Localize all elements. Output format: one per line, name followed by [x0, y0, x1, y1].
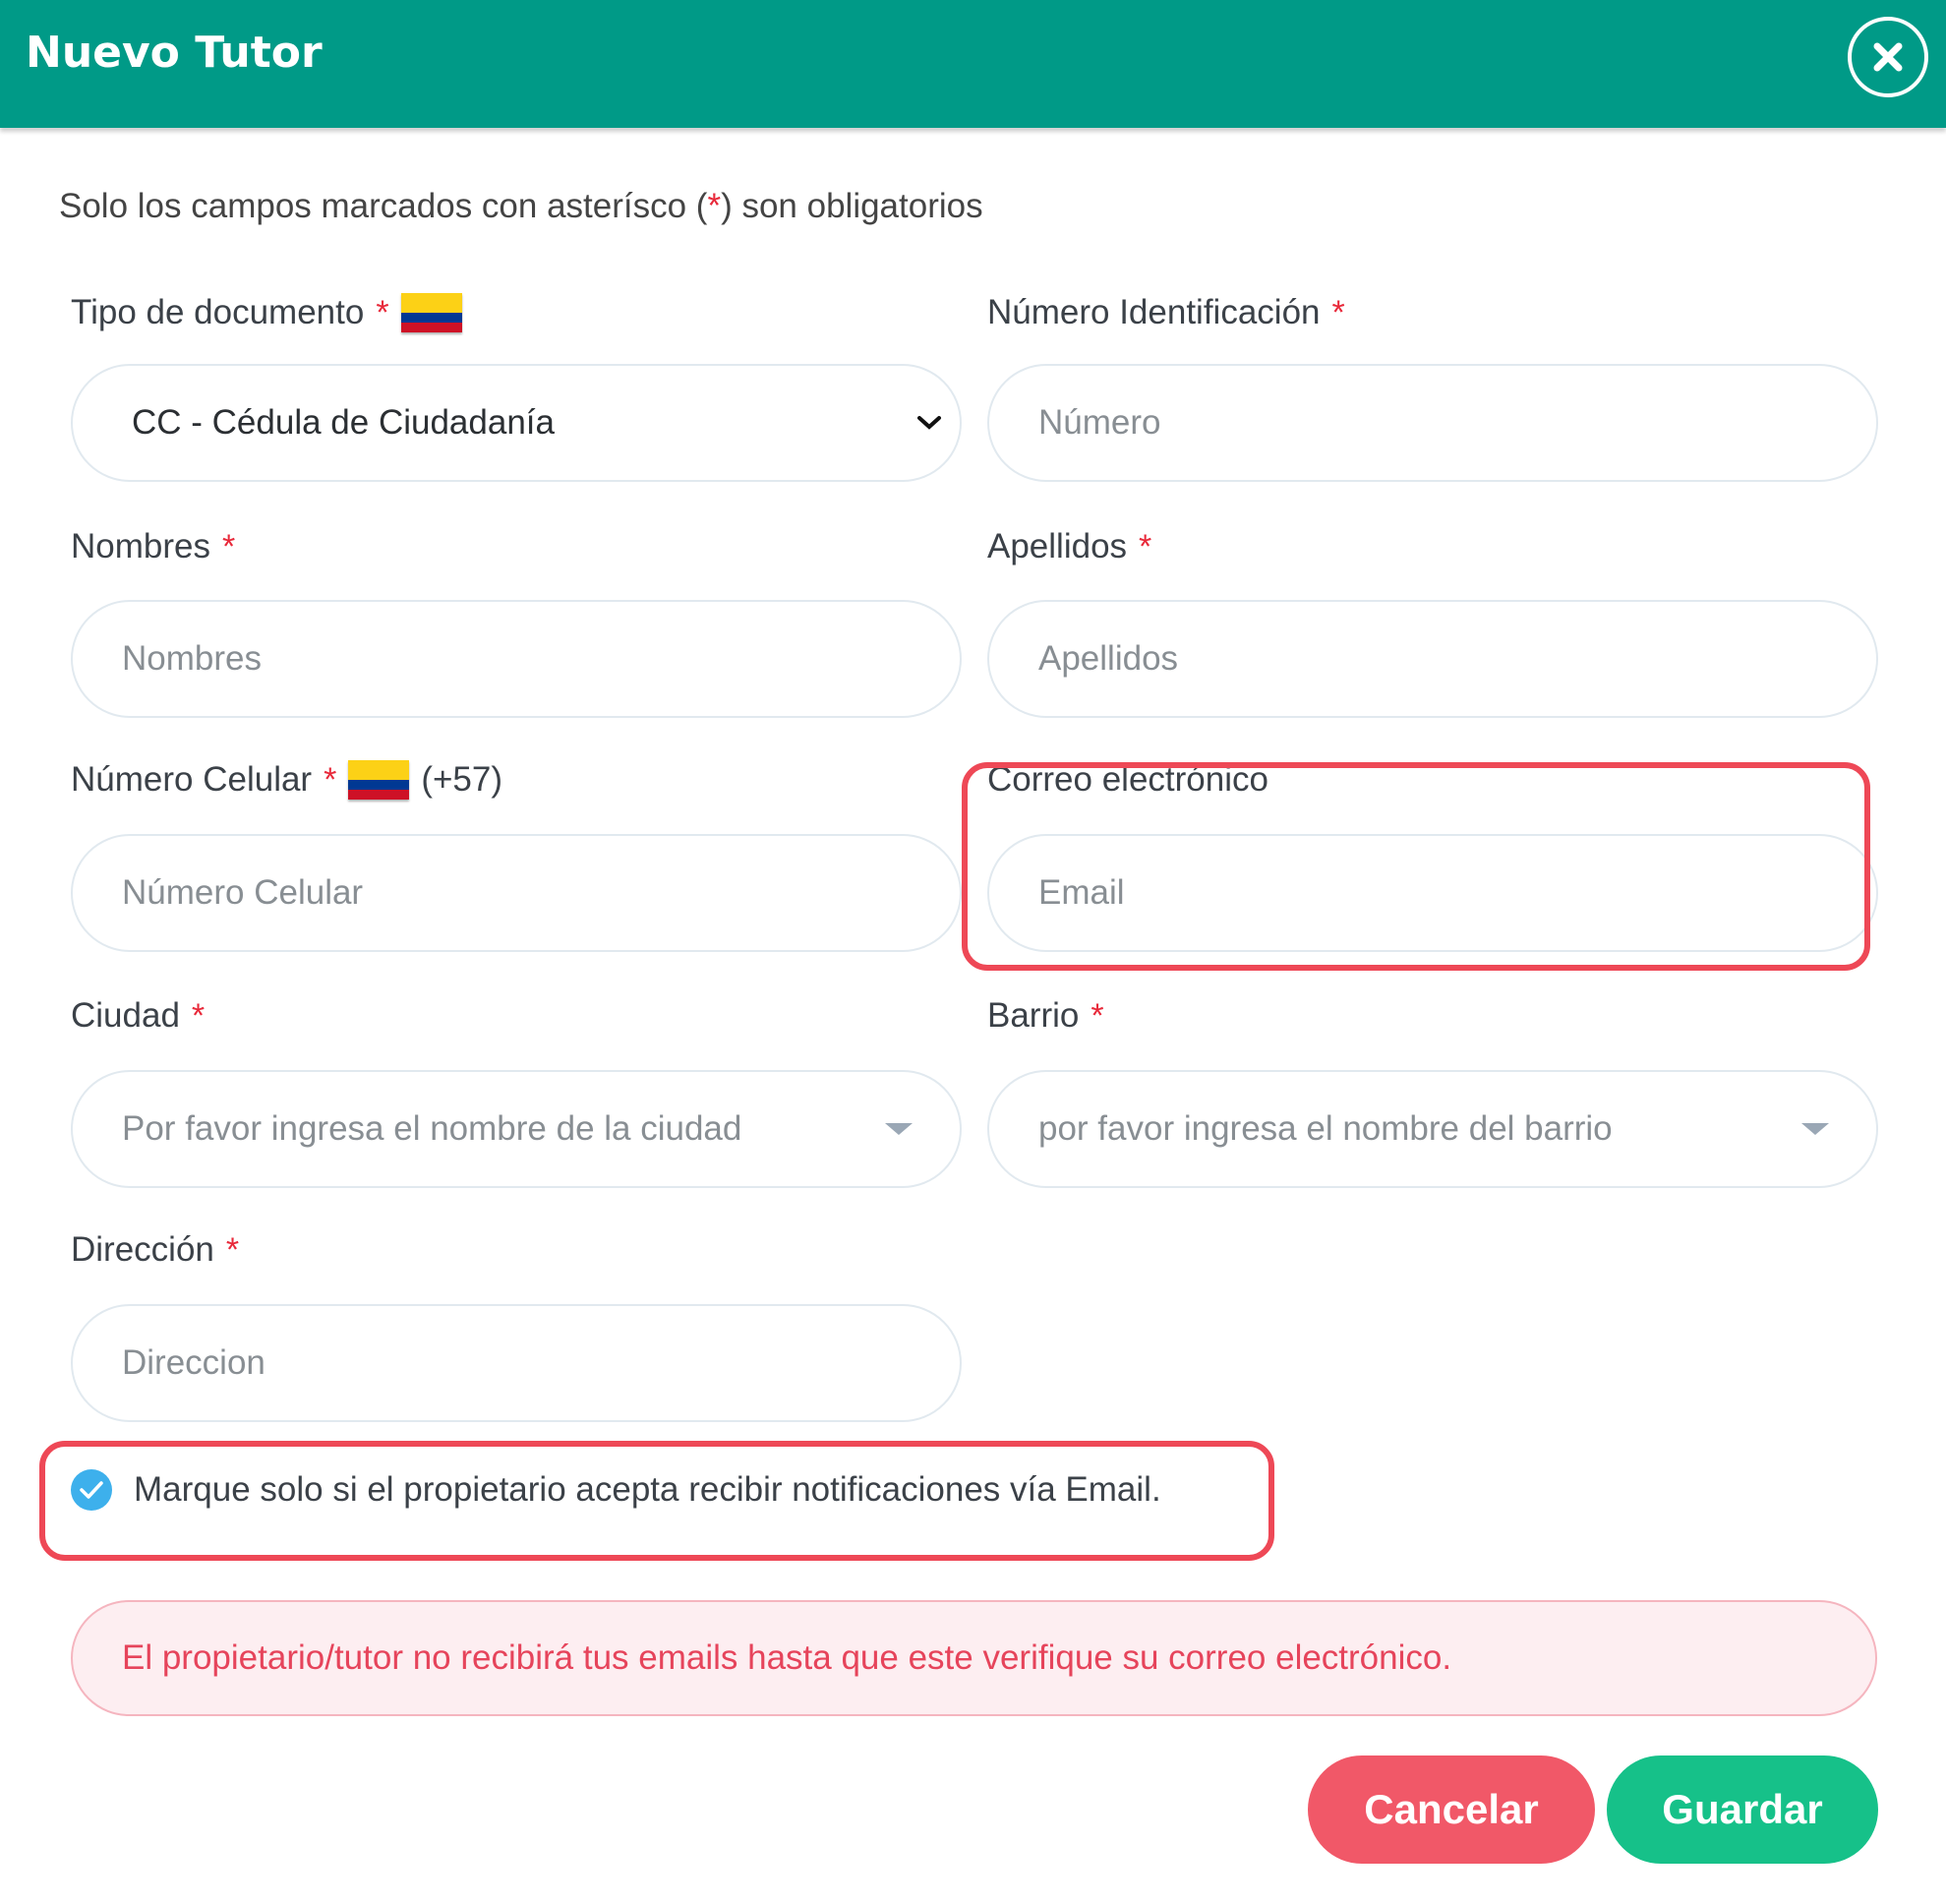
first-names-label: Nombres *: [71, 527, 236, 565]
last-names-input[interactable]: Apellidos: [987, 600, 1878, 718]
address-input[interactable]: Direccion: [71, 1304, 962, 1422]
colombia-flag-icon: [348, 760, 410, 800]
id-number-input[interactable]: Número: [987, 364, 1878, 482]
doc-type-label: Tipo de documento *: [71, 293, 462, 332]
required-marker: *: [225, 1230, 240, 1269]
id-number-label: Número Identificación *: [987, 293, 1345, 331]
required-marker: *: [376, 293, 389, 331]
chevron-down-icon: [917, 416, 941, 430]
dialog-header: Nuevo Tutor: [0, 0, 1946, 128]
close-button[interactable]: [1848, 17, 1928, 97]
save-button[interactable]: Guardar: [1607, 1755, 1878, 1864]
caret-down-icon: [885, 1123, 913, 1135]
required-marker: *: [1139, 527, 1152, 565]
close-icon: [1873, 42, 1903, 72]
required-marker: *: [324, 760, 337, 799]
consent-highlight-box: [39, 1441, 1274, 1561]
required-marker: *: [221, 527, 236, 565]
city-label: Ciudad *: [71, 996, 206, 1035]
required-marker: *: [191, 996, 206, 1035]
first-names-input[interactable]: Nombres: [71, 600, 962, 718]
country-code: (+57): [421, 760, 503, 799]
email-highlight-box: [962, 762, 1870, 971]
mobile-label: Número Celular * (+57): [71, 760, 503, 800]
address-label: Dirección *: [71, 1230, 240, 1269]
dialog-title: Nuevo Tutor: [26, 28, 323, 78]
email-verification-alert: El propietario/tutor no recibirá tus ema…: [71, 1600, 1877, 1716]
mobile-input[interactable]: Número Celular: [71, 834, 962, 952]
required-fields-note: Solo los campos marcados con asterísco (…: [59, 187, 983, 225]
city-select[interactable]: Por favor ingresa el nombre de la ciudad: [71, 1070, 962, 1188]
last-names-label: Apellidos *: [987, 527, 1152, 565]
required-marker: *: [1331, 293, 1345, 331]
required-marker: *: [1091, 996, 1104, 1035]
cancel-button[interactable]: Cancelar: [1308, 1755, 1595, 1864]
neighborhood-select[interactable]: por favor ingresa el nombre del barrio: [987, 1070, 1878, 1188]
colombia-flag-icon: [400, 293, 462, 332]
neighborhood-label: Barrio *: [987, 996, 1104, 1035]
doc-type-select[interactable]: CC - Cédula de Ciudadanía: [71, 364, 962, 482]
caret-down-icon: [1801, 1123, 1829, 1135]
